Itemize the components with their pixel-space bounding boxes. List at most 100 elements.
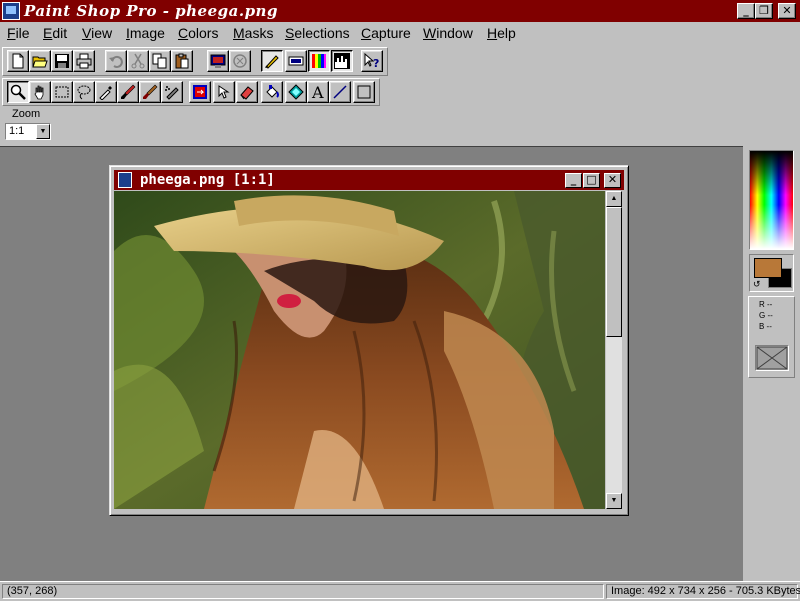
eraser-tool[interactable]	[236, 81, 258, 103]
toggle-style-bar-icon	[288, 56, 304, 66]
rgb-r: R --	[759, 300, 773, 309]
histogram-button[interactable]	[331, 50, 353, 72]
shape-icon	[357, 85, 371, 99]
shape-tool[interactable]	[353, 81, 375, 103]
freehand-select-icon	[77, 85, 91, 100]
new-icon	[12, 53, 24, 69]
histogram-icon	[334, 53, 350, 69]
document-close-button[interactable]: ✕	[604, 173, 621, 188]
restore-button[interactable]: ❐	[755, 3, 773, 19]
document-maximize-button[interactable]: □	[583, 173, 600, 188]
document-window[interactable]: pheega.png [1:1] _ □ ✕ ▲ ▼	[109, 165, 629, 516]
stop-button[interactable]	[229, 50, 251, 72]
paintbrush-icon	[121, 84, 136, 99]
vertical-scrollbar[interactable]: ▲ ▼	[606, 191, 622, 509]
swap-colors-icon[interactable]: ↺	[753, 279, 761, 290]
title-bar[interactable]: Paint Shop Pro - pheega.png _ ❐ ✕	[0, 0, 800, 22]
photo-image	[114, 191, 605, 509]
menu-image[interactable]: Image	[126, 25, 165, 41]
menu-edit[interactable]: Edit	[43, 25, 67, 41]
paste-button[interactable]	[171, 50, 193, 72]
scroll-up-button[interactable]: ▲	[606, 191, 622, 207]
zoom-select[interactable]: 1:1 ▼	[5, 123, 51, 140]
svg-text:?: ?	[373, 57, 379, 69]
toggle-tool-palette-icon	[265, 55, 279, 69]
retouch-icon	[218, 85, 230, 99]
color-spectrum	[750, 151, 793, 249]
document-title-bar[interactable]: pheega.png [1:1] _ □ ✕	[114, 170, 624, 190]
toggle-color-palette-button[interactable]	[308, 50, 330, 72]
menu-colors[interactable]: Colors	[178, 25, 218, 41]
scroll-down-button[interactable]: ▼	[606, 493, 622, 509]
picture-tube-icon	[288, 84, 304, 100]
paste-icon	[175, 53, 189, 69]
undo-button[interactable]	[105, 50, 127, 72]
menu-capture[interactable]: Capture	[361, 25, 411, 41]
cut-button[interactable]	[127, 50, 149, 72]
menu-window[interactable]: Window	[423, 25, 473, 41]
full-screen-preview-icon	[210, 54, 226, 68]
copy-icon	[152, 53, 167, 69]
chevron-down-icon[interactable]: ▼	[36, 124, 50, 139]
color-replacer-icon	[193, 85, 207, 99]
save-icon	[55, 54, 69, 68]
rgb-b: B --	[759, 322, 772, 331]
context-help-button[interactable]: ?	[361, 50, 383, 72]
document-minimize-button[interactable]: _	[565, 173, 582, 188]
paintbrush-tool[interactable]	[117, 81, 139, 103]
transparent-color-icon[interactable]	[755, 345, 789, 371]
menu-bar: File Edit View Image Colors Masks Select…	[0, 22, 800, 44]
copy-button[interactable]	[149, 50, 171, 72]
color-panel: ↺ R -- G -- B --	[744, 146, 800, 580]
close-button[interactable]: ✕	[778, 3, 796, 19]
full-screen-preview-button[interactable]	[207, 50, 229, 72]
airbrush-tool[interactable]	[161, 81, 183, 103]
menu-help[interactable]: Help	[487, 25, 516, 41]
open-button[interactable]	[29, 50, 51, 72]
minimize-button[interactable]: _	[737, 3, 755, 19]
retouch-tool[interactable]	[213, 81, 235, 103]
new-button[interactable]	[7, 50, 29, 72]
menu-file[interactable]: File	[7, 25, 30, 41]
airbrush-icon	[165, 86, 179, 100]
flood-fill-icon	[266, 85, 279, 98]
main-toolbar: ?	[2, 47, 388, 76]
scroll-thumb[interactable]	[606, 207, 622, 337]
image-canvas[interactable]	[114, 191, 605, 509]
menu-masks[interactable]: Masks	[233, 25, 273, 41]
pan-tool[interactable]	[29, 81, 51, 103]
open-icon	[32, 56, 48, 68]
save-button[interactable]	[51, 50, 73, 72]
freehand-select-tool[interactable]	[73, 81, 95, 103]
clone-brush-tool[interactable]	[139, 81, 161, 103]
zoom-tool[interactable]	[7, 81, 29, 103]
color-palette[interactable]	[749, 150, 794, 250]
rectangle-select-icon	[55, 86, 69, 98]
line-icon	[333, 85, 347, 99]
color-replacer-tool[interactable]	[189, 81, 211, 103]
picture-tube-tool[interactable]	[285, 81, 307, 103]
print-icon	[76, 53, 92, 69]
toggle-tool-palette-button[interactable]	[261, 50, 283, 72]
toggle-style-bar-button[interactable]	[285, 50, 307, 72]
pan-icon	[34, 85, 44, 100]
print-button[interactable]	[73, 50, 95, 72]
rectangle-select-tool[interactable]	[51, 81, 73, 103]
cut-icon	[131, 53, 145, 69]
menu-view[interactable]: View	[82, 25, 112, 41]
foreground-background-swatch[interactable]: ↺	[749, 254, 794, 292]
svg-text:A: A	[311, 84, 324, 100]
undo-icon	[109, 55, 123, 68]
text-tool[interactable]: A	[307, 81, 329, 103]
zoom-value: 1:1	[9, 125, 25, 137]
flood-fill-tool[interactable]	[261, 81, 283, 103]
dropper-tool[interactable]	[95, 81, 117, 103]
cursor-coordinates: (357, 268)	[2, 584, 604, 599]
zoom-icon	[10, 84, 26, 100]
menu-selections[interactable]: Selections	[285, 25, 350, 41]
dropper-icon	[99, 86, 112, 100]
rgb-g: G --	[759, 311, 773, 320]
foreground-color[interactable]	[754, 258, 782, 278]
line-tool[interactable]	[329, 81, 351, 103]
app-icon[interactable]	[2, 2, 20, 20]
